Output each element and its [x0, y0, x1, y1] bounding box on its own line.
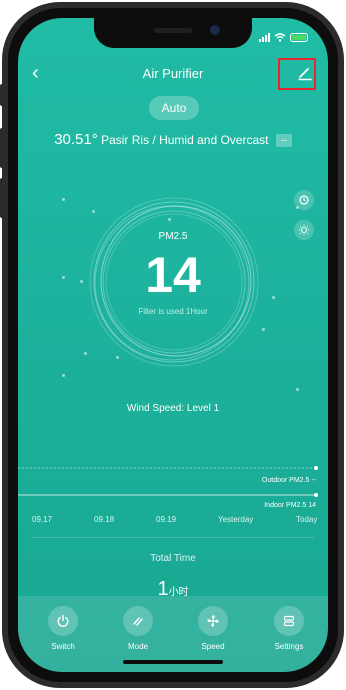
settings-button[interactable]: Settings	[259, 606, 319, 651]
indoor-pm-point	[314, 493, 318, 497]
wind-speed-text: Wind Speed: Level 1	[126, 403, 220, 414]
particle-dot	[296, 206, 299, 209]
chart-x-label: Yesterday	[218, 515, 254, 524]
highlight-box	[278, 58, 316, 90]
settings-icon	[283, 615, 295, 627]
mode-icon	[133, 617, 143, 626]
wifi-icon	[274, 33, 286, 42]
switch-label: Switch	[51, 642, 75, 651]
switch-circle	[48, 606, 78, 636]
particle-dot	[62, 374, 65, 377]
switch-button[interactable]: Switch	[33, 606, 93, 651]
status-bar	[259, 33, 308, 42]
battery-icon	[290, 33, 308, 42]
nav-bar: ‹ Air Purifier	[18, 58, 328, 90]
chart-x-label: 09.17	[32, 515, 53, 524]
power-icon	[57, 614, 69, 627]
speed-circle	[198, 606, 228, 636]
edit-button[interactable]	[278, 58, 316, 90]
app-screen: ‹ Air Purifier Auto 30.51° Pasir Ris / H…	[18, 18, 328, 672]
particle-dot	[296, 388, 299, 391]
settings-label: Settings	[274, 642, 304, 651]
home-indicator	[123, 660, 223, 664]
settings-circle	[274, 606, 304, 636]
speed-button[interactable]: Speed	[183, 606, 243, 651]
signal-icon	[259, 33, 270, 42]
chart-x-label: 09.18	[94, 515, 115, 524]
pm-label: PM2.5	[158, 231, 188, 242]
weather-badge: --	[275, 134, 292, 148]
particle-dot	[62, 198, 65, 201]
chart-x-label: Today	[296, 515, 318, 524]
particle-dot	[84, 352, 87, 355]
mode-button[interactable]: Mode	[108, 606, 168, 651]
camera	[210, 25, 220, 35]
speaker	[154, 28, 192, 33]
fan-icon	[207, 615, 219, 627]
indoor-pm-legend: Indoor PM2.5 14	[264, 502, 316, 509]
pm-value: 14	[145, 247, 201, 303]
mode-pill[interactable]: Auto	[149, 96, 199, 120]
mode-circle	[123, 606, 153, 636]
speed-label: Speed	[201, 642, 225, 651]
particle-dot	[262, 328, 265, 331]
timer-icon	[299, 195, 309, 205]
outdoor-pm-point	[314, 466, 318, 470]
total-time-label: Total Time	[150, 553, 196, 564]
filter-usage-text: Filter is used 1Hour	[138, 307, 208, 316]
notch	[94, 18, 252, 48]
divider	[32, 537, 314, 538]
weather-temperature: 30.51°	[54, 131, 98, 148]
outdoor-pm-legend: Outdoor PM2.5 --	[262, 477, 317, 484]
mode-label: Mode	[127, 642, 148, 651]
chart-x-label: 09.19	[156, 515, 177, 524]
weather-description: Pasir Ris / Humid and Overcast	[101, 133, 269, 147]
weather-info: 30.51° Pasir Ris / Humid and Overcast --	[18, 131, 328, 148]
